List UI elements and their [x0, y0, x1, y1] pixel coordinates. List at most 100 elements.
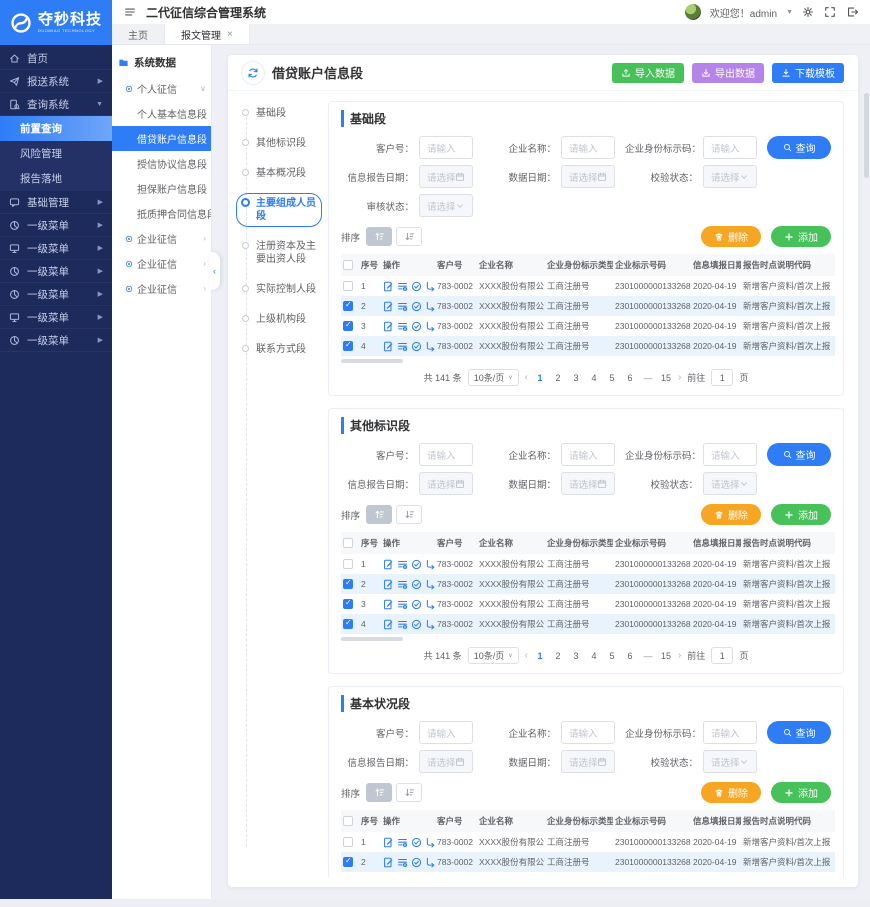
text-input[interactable]: 请输入 — [703, 443, 757, 466]
reply-icon[interactable] — [425, 837, 435, 848]
sort-desc-button[interactable] — [396, 227, 422, 246]
audit-icon[interactable] — [411, 857, 422, 868]
table-row[interactable]: 2783-0002XXXX股份有限公司工商注册号2301000000133268… — [341, 296, 835, 316]
page-number[interactable]: 4 — [588, 373, 600, 383]
tree-group-1[interactable]: 个人征信∨ — [112, 76, 211, 101]
tree-item-1[interactable]: 个人基本信息段 — [112, 101, 211, 126]
reply-icon[interactable] — [425, 321, 435, 332]
reply-icon[interactable] — [425, 341, 435, 352]
sidebar-item-4[interactable]: 基础管理▶ — [0, 191, 112, 214]
row-checkbox[interactable] — [343, 837, 353, 847]
search-button[interactable]: 查询 — [767, 443, 831, 466]
anchor-item-6[interactable]: 实际控制人段 — [242, 283, 320, 296]
download-template-button[interactable]: 下载模板 — [772, 63, 844, 83]
horizontal-scrollbar[interactable] — [341, 359, 403, 363]
row-checkbox[interactable] — [343, 321, 353, 331]
detail-icon[interactable] — [397, 619, 408, 630]
prev-page-button[interactable]: ‹ — [525, 372, 528, 383]
reply-icon[interactable] — [425, 857, 435, 868]
anchor-item-5[interactable]: 注册资本及主要出资人段 — [242, 240, 320, 266]
audit-icon[interactable] — [411, 837, 422, 848]
text-input[interactable]: 请输入 — [561, 136, 615, 159]
tab-2[interactable]: 报文管理× — [165, 24, 250, 44]
tree-group-3[interactable]: 企业征信› — [112, 251, 211, 276]
row-checkbox[interactable] — [343, 619, 353, 629]
anchor-item-7[interactable]: 上级机构段 — [242, 313, 320, 326]
audit-icon[interactable] — [411, 301, 422, 312]
audit-icon[interactable] — [411, 877, 422, 878]
tree-root[interactable]: 系统数据 — [112, 52, 211, 76]
reply-icon[interactable] — [425, 619, 435, 630]
page-number[interactable]: 3 — [570, 373, 582, 383]
select-input[interactable]: 请选择 — [703, 750, 757, 773]
table-row[interactable]: 3783-0002XXXX股份有限公司工商注册号2301000000133268… — [341, 316, 835, 336]
edit-icon[interactable] — [383, 301, 394, 312]
detail-icon[interactable] — [397, 599, 408, 610]
sort-asc-button[interactable] — [366, 227, 392, 246]
reply-icon[interactable] — [425, 599, 435, 610]
text-input[interactable]: 请输入 — [561, 721, 615, 744]
tree-group-4[interactable]: 企业征信› — [112, 276, 211, 301]
table-row[interactable]: 2783-0002XXXX股份有限公司工商注册号2301000000133268… — [341, 852, 835, 872]
detail-icon[interactable] — [397, 301, 408, 312]
prev-page-button[interactable]: ‹ — [525, 650, 528, 661]
row-checkbox[interactable] — [343, 599, 353, 609]
chevron-down-icon[interactable]: ▼ — [786, 9, 793, 16]
select-input[interactable]: 请选择 — [703, 165, 757, 188]
horizontal-scrollbar[interactable] — [341, 637, 403, 641]
table-row[interactable]: 2783-0002XXXX股份有限公司工商注册号2301000000133268… — [341, 574, 835, 594]
export-button[interactable]: 导出数据 — [692, 63, 764, 83]
select-all-checkbox[interactable] — [343, 538, 353, 548]
text-input[interactable]: 请输入 — [703, 136, 757, 159]
jump-page-input[interactable] — [711, 647, 733, 664]
audit-icon[interactable] — [411, 619, 422, 630]
sidebar-item-1[interactable]: 首页 — [0, 47, 112, 70]
sidebar-item-8[interactable]: 一级菜单▶ — [0, 283, 112, 306]
page-number[interactable]: 2 — [552, 651, 564, 661]
text-input[interactable]: 请输入 — [419, 721, 473, 744]
sort-desc-button[interactable] — [396, 783, 422, 802]
text-input[interactable]: 请输入 — [703, 721, 757, 744]
detail-icon[interactable] — [397, 877, 408, 878]
text-input[interactable]: 请输入 — [419, 136, 473, 159]
search-button[interactable]: 查询 — [767, 721, 831, 744]
select-input[interactable]: 请选择 — [703, 472, 757, 495]
sidebar-item-9[interactable]: 一级菜单▶ — [0, 306, 112, 329]
page-number[interactable]: 1 — [534, 373, 546, 383]
reply-icon[interactable] — [425, 281, 435, 292]
table-row[interactable]: 3783-0002XXXX股份有限公司工商注册号2301000000133268… — [341, 872, 835, 877]
anchor-item-1[interactable]: 基础段 — [242, 107, 320, 120]
table-row[interactable]: 1783-0002XXXX股份有限公司工商注册号2301000000133268… — [341, 832, 835, 852]
tree-item-4[interactable]: 担保账户信息段 — [112, 176, 211, 201]
page-size-select[interactable]: 10条/页∨ — [468, 369, 519, 386]
edit-icon[interactable] — [383, 559, 394, 570]
jump-page-input[interactable] — [711, 369, 733, 386]
reply-icon[interactable] — [425, 301, 435, 312]
row-checkbox[interactable] — [343, 301, 353, 311]
detail-icon[interactable] — [397, 321, 408, 332]
edit-icon[interactable] — [383, 579, 394, 590]
row-checkbox[interactable] — [343, 857, 353, 867]
next-page-button[interactable]: › — [678, 372, 681, 383]
audit-icon[interactable] — [411, 579, 422, 590]
detail-icon[interactable] — [397, 579, 408, 590]
anchor-item-4[interactable]: 主要组成人员段 — [242, 197, 320, 223]
sort-asc-button[interactable] — [366, 505, 392, 524]
row-checkbox[interactable] — [343, 281, 353, 291]
table-row[interactable]: 1783-0002XXXX股份有限公司工商注册号2301000000133268… — [341, 554, 835, 574]
reply-icon[interactable] — [425, 559, 435, 570]
page-number[interactable]: 6 — [624, 651, 636, 661]
date-picker[interactable]: 请选择 — [561, 165, 615, 188]
logout-icon[interactable] — [846, 6, 858, 18]
row-checkbox[interactable] — [343, 559, 353, 569]
detail-icon[interactable] — [397, 857, 408, 868]
audit-icon[interactable] — [411, 341, 422, 352]
date-picker[interactable]: 请选择 — [419, 165, 473, 188]
settings-icon[interactable] — [802, 6, 814, 18]
anchor-item-8[interactable]: 联系方式段 — [242, 343, 320, 356]
edit-icon[interactable] — [383, 599, 394, 610]
anchor-item-2[interactable]: 其他标识段 — [242, 137, 320, 150]
select-all-checkbox[interactable] — [343, 816, 353, 826]
page-number[interactable]: 5 — [606, 651, 618, 661]
welcome-text[interactable]: 欢迎您！admin — [710, 5, 777, 20]
